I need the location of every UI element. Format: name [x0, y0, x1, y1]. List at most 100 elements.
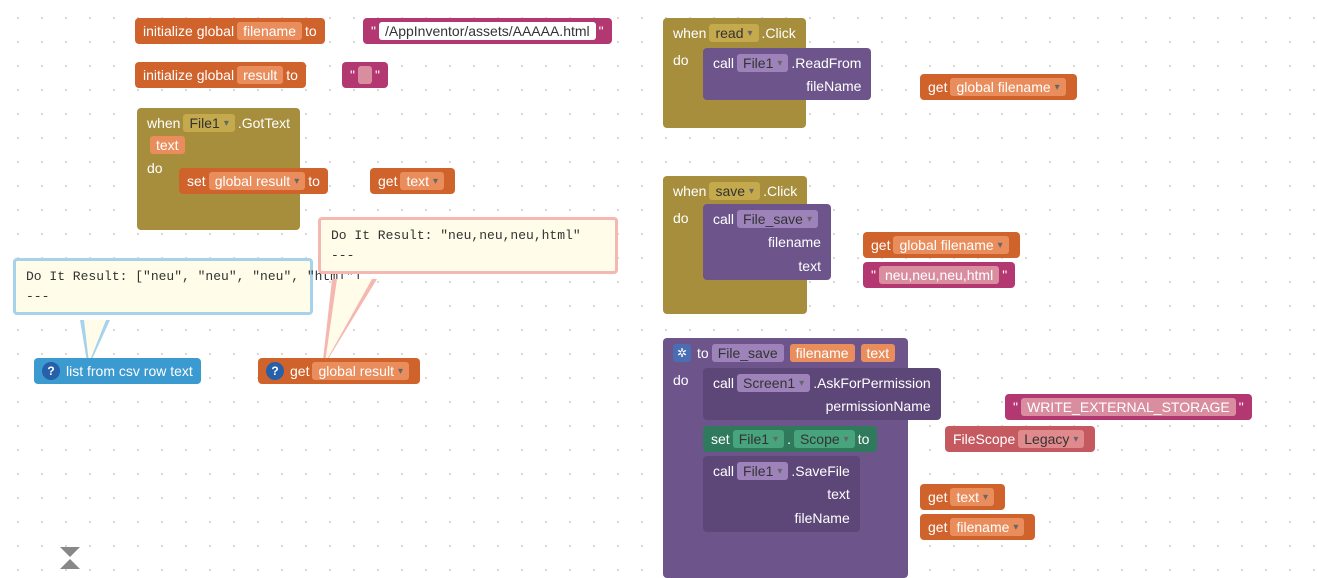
block-get-filename3[interactable]: get filename — [920, 514, 1035, 540]
expand-icon[interactable] — [60, 547, 80, 557]
block-call-permission[interactable]: call Screen1 .AskForPermission permissio… — [703, 368, 941, 420]
var-name-chip: result — [237, 66, 283, 84]
var-selector[interactable]: global filename — [950, 78, 1065, 96]
component-selector[interactable]: read — [709, 24, 758, 42]
keyword-call: call — [713, 463, 734, 479]
block-get-filename2[interactable]: get global filename — [863, 232, 1020, 258]
keyword-get: get — [871, 237, 890, 253]
component-selector[interactable]: File1 — [737, 462, 788, 480]
var-name-chip: filename — [237, 22, 302, 40]
var-selector[interactable]: global result — [209, 172, 306, 190]
keyword-do: do — [673, 52, 689, 68]
arg-label: text — [827, 486, 850, 502]
block-string-filename[interactable]: " /AppInventor/assets/AAAAA.html " — [363, 18, 612, 44]
arg-label: text — [798, 258, 821, 274]
block-get-text2[interactable]: get text — [920, 484, 1005, 510]
block-string-permission[interactable]: " WRITE_EXTERNAL_STORAGE " — [1005, 394, 1252, 420]
keyword-set: set — [711, 431, 730, 447]
var-selector[interactable]: text — [950, 488, 994, 506]
block-filescope[interactable]: FileScope Legacy — [945, 426, 1095, 452]
quote-close: " — [599, 23, 604, 39]
var-selector[interactable]: filename — [950, 518, 1024, 536]
block-call-readfrom[interactable]: call File1 .ReadFrom fileName — [703, 48, 871, 100]
gear-icon[interactable]: ✲ — [673, 344, 691, 362]
quote-open: " — [871, 267, 876, 283]
dot: . — [787, 431, 791, 447]
block-list-from-csv[interactable]: ? list from csv row text — [34, 358, 201, 384]
block-init-filename[interactable]: initialize global filename to — [135, 18, 325, 44]
block-call-savefile[interactable]: call File1 .SaveFile text fileName — [703, 456, 860, 532]
block-call-filesave[interactable]: call File_save filename text — [703, 204, 831, 280]
block-init-result[interactable]: initialize global result to — [135, 62, 306, 88]
keyword-call: call — [713, 375, 734, 391]
keyword-do: do — [147, 160, 163, 176]
enum-selector[interactable]: Legacy — [1018, 430, 1084, 448]
keyword-set: set — [187, 173, 206, 189]
proc-name: File_save — [712, 344, 784, 362]
method-name: .SaveFile — [791, 463, 849, 479]
block-get-filename[interactable]: get global filename — [920, 74, 1077, 100]
component-selector[interactable]: File1 — [183, 114, 234, 132]
component-selector[interactable]: File1 — [737, 54, 788, 72]
block-get-text[interactable]: get text — [370, 168, 455, 194]
event-name: .GotText — [238, 115, 290, 131]
keyword-get: get — [928, 489, 947, 505]
event-name: .Click — [763, 183, 797, 199]
string-value: neu,neu,neu,html — [879, 266, 999, 284]
string-value: WRITE_EXTERNAL_STORAGE — [1021, 398, 1236, 416]
block-string-csv[interactable]: " neu,neu,neu,html " — [863, 262, 1015, 288]
keyword-init: initialize global — [143, 67, 234, 83]
var-selector[interactable]: global filename — [893, 236, 1008, 254]
arg-label: permissionName — [826, 398, 931, 414]
block-get-result[interactable]: ? get global result — [258, 358, 420, 384]
keyword-get: get — [928, 79, 947, 95]
expand-icon[interactable] — [60, 559, 80, 569]
method-name: .AskForPermission — [813, 375, 930, 391]
quote-open: " — [350, 67, 355, 83]
component-selector[interactable]: Screen1 — [737, 374, 810, 392]
string-value — [358, 66, 372, 84]
proc-param: text — [861, 344, 896, 362]
quote-open: " — [1013, 399, 1018, 415]
component-selector[interactable]: File1 — [733, 430, 784, 448]
keyword-get: get — [290, 363, 309, 379]
keyword-do: do — [673, 210, 689, 226]
keyword-get: get — [928, 519, 947, 535]
keyword-call: call — [713, 55, 734, 71]
proc-param: filename — [790, 344, 855, 362]
block-string-empty[interactable]: " " — [342, 62, 388, 88]
event-param: text — [150, 136, 185, 154]
tooltip-csv-result: Do It Result: "neu,neu,neu,html" --- — [318, 217, 618, 274]
arg-label: filename — [768, 234, 821, 250]
block-set-scope[interactable]: set File1 . Scope to — [703, 426, 877, 452]
component-selector[interactable]: save — [709, 182, 760, 200]
method-name: .ReadFrom — [791, 55, 861, 71]
tooltip-list-result: Do It Result: ["neu", "neu", "neu", "htm… — [13, 258, 313, 315]
keyword-init: initialize global — [143, 23, 234, 39]
proc-selector[interactable]: File_save — [737, 210, 818, 228]
arg-label: fileName — [795, 510, 850, 526]
keyword-to: to — [286, 67, 298, 83]
keyword-to: to — [858, 431, 870, 447]
keyword-when: when — [147, 115, 180, 131]
help-icon[interactable]: ? — [42, 362, 60, 380]
var-selector[interactable]: global result — [312, 362, 409, 380]
block-label: list from csv row text — [66, 363, 193, 379]
prop-selector[interactable]: Scope — [794, 430, 855, 448]
keyword-to: to — [308, 173, 320, 189]
keyword-when: when — [673, 25, 706, 41]
string-value: /AppInventor/assets/AAAAA.html — [379, 22, 596, 40]
keyword-call: call — [713, 211, 734, 227]
keyword-when: when — [673, 183, 706, 199]
keyword-get: get — [378, 173, 397, 189]
arg-label: fileName — [806, 78, 861, 94]
quote-close: " — [1239, 399, 1244, 415]
block-set-var[interactable]: set global result to — [179, 168, 328, 194]
var-selector[interactable]: text — [400, 172, 444, 190]
help-icon[interactable]: ? — [266, 362, 284, 380]
event-name: .Click — [762, 25, 796, 41]
keyword-do: do — [673, 372, 689, 388]
quote-close: " — [375, 67, 380, 83]
quote-open: " — [371, 23, 376, 39]
keyword-filescope: FileScope — [953, 431, 1015, 447]
